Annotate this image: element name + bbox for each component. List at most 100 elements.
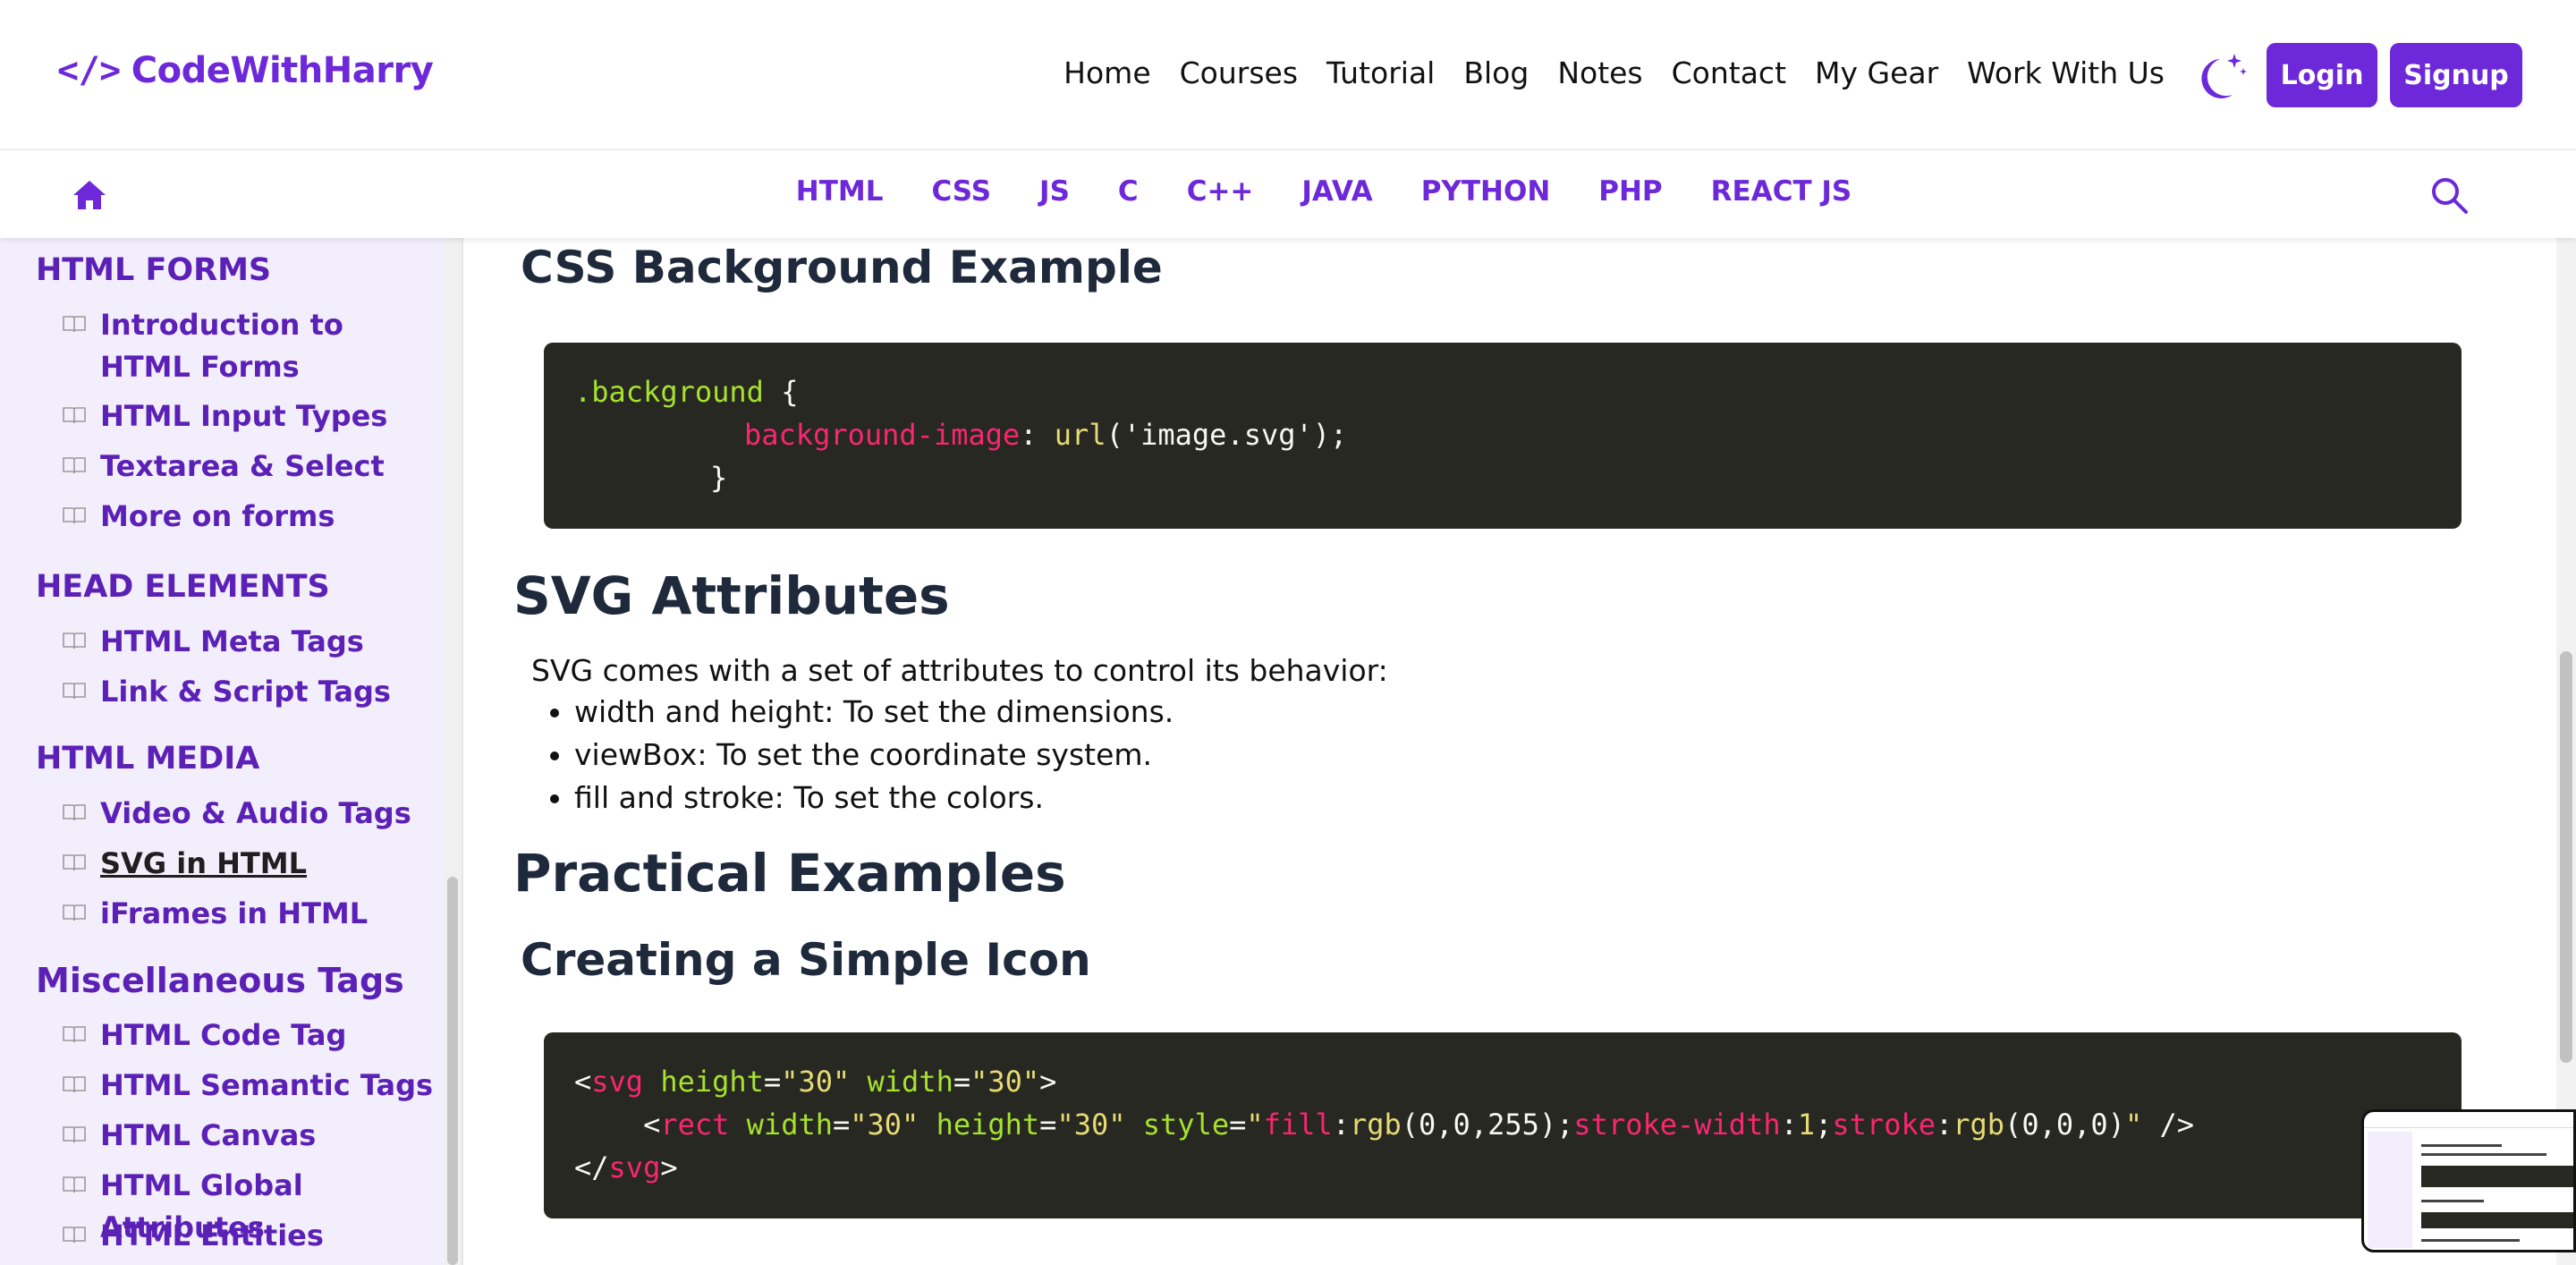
code-line: background-image: url('image.svg'); <box>744 418 1347 452</box>
site-logo[interactable]: </> CodeWithHarry <box>57 50 434 91</box>
svg-intro-text: SVG comes with a set of attributes to co… <box>531 653 1388 688</box>
sidebar-item-iframes[interactable]: iFrames in HTML <box>63 893 440 935</box>
sidebar-item-label: HTML Input Types <box>100 399 388 433</box>
code-function: rgb <box>1953 1108 2005 1142</box>
sidebar-item-textarea-select[interactable]: Textarea & Select <box>63 446 440 488</box>
article-content: CSS Background Example .background { bac… <box>463 238 2556 1265</box>
lang-html[interactable]: HTML <box>796 175 884 208</box>
code-attr: width <box>867 1065 953 1099</box>
heading-practical-examples: Practical Examples <box>513 843 1066 904</box>
sidebar-item-canvas[interactable]: HTML Canvas <box>63 1115 440 1157</box>
sidebar-item-video-audio[interactable]: Video & Audio Tags <box>63 793 440 835</box>
code-block-css-background: .background { background-image: url('ima… <box>544 343 2462 529</box>
sidebar-section-html-media: HTML MEDIA <box>36 741 260 777</box>
code-string: "30" <box>1056 1108 1126 1142</box>
code-text: } <box>710 461 728 495</box>
lang-c[interactable]: C <box>1118 175 1139 208</box>
sidebar-item-label: Textarea & Select <box>100 449 385 483</box>
login-button[interactable]: Login <box>2267 43 2377 107</box>
main-nav: Home Courses Tutorial Blog Notes Contact… <box>1063 55 2165 90</box>
code-line: <rect width="30" height="30" style="fill… <box>574 1108 2194 1142</box>
preview-code <box>2421 1166 2573 1187</box>
code-text: </ <box>574 1150 609 1184</box>
sidebar-item-link-script[interactable]: Link & Script Tags <box>63 671 440 713</box>
sidebar-item-svg-in-html[interactable]: SVG in HTML <box>63 843 440 885</box>
nav-courses[interactable]: Courses <box>1180 55 1298 90</box>
sidebar-item-label: Video & Audio Tags <box>100 796 411 830</box>
book-icon <box>63 854 86 871</box>
heading-svg-attributes: SVG Attributes <box>513 565 950 626</box>
code-text: : <box>1020 418 1055 452</box>
language-nav: HTML CSS JS C C++ JAVA PYTHON PHP REACT … <box>0 152 2576 238</box>
lang-js[interactable]: JS <box>1039 175 1070 208</box>
code-tag: svg <box>608 1150 661 1184</box>
lang-php[interactable]: PHP <box>1598 175 1662 208</box>
sidebar-item-label: HTML Semantic Tags <box>100 1068 434 1102</box>
signup-button[interactable]: Signup <box>2390 43 2522 107</box>
book-icon <box>63 1176 86 1193</box>
code-string: "30" <box>970 1065 1040 1099</box>
code-line: .background { <box>574 375 798 409</box>
nav-blog[interactable]: Blog <box>1463 55 1529 90</box>
list-item: width and height: To set the dimensions. <box>574 694 1174 730</box>
sidebar-item-semantic-tags[interactable]: HTML Semantic Tags <box>63 1065 440 1107</box>
lang-cpp[interactable]: C++ <box>1187 175 1254 208</box>
book-icon <box>63 316 86 333</box>
sidebar-item-label: HTML Entities <box>100 1218 324 1252</box>
code-text: = <box>763 1065 782 1099</box>
page-scrollbar-thumb[interactable] <box>2560 651 2572 1063</box>
code-string: "30" <box>781 1065 851 1099</box>
book-icon <box>63 457 86 474</box>
search-icon[interactable] <box>2429 175 2469 215</box>
sidebar-item-label: Introduction to HTML Forms <box>100 308 343 384</box>
nav-work-with-us[interactable]: Work With Us <box>1967 55 2165 90</box>
lang-react-js[interactable]: REACT JS <box>1711 175 1852 208</box>
book-icon <box>63 1026 86 1043</box>
code-text: /> <box>2142 1108 2194 1142</box>
nav-my-gear[interactable]: My Gear <box>1815 55 1938 90</box>
nav-home[interactable]: Home <box>1063 55 1150 90</box>
code-attr: style <box>1142 1108 1230 1142</box>
code-tag: rect <box>660 1108 730 1142</box>
lang-python[interactable]: PYTHON <box>1421 175 1551 208</box>
page-preview-thumbnail[interactable] <box>2361 1109 2576 1252</box>
list-item: viewBox: To set the coordinate system. <box>574 737 1174 773</box>
nav-tutorial[interactable]: Tutorial <box>1326 55 1435 90</box>
code-string: " <box>1246 1108 1264 1142</box>
code-text: = <box>1229 1108 1247 1142</box>
sidebar-scrollbar-thumb[interactable] <box>447 877 458 1265</box>
code-string: "30" <box>850 1108 919 1142</box>
nav-notes[interactable]: Notes <box>1557 55 1642 90</box>
code-text: (0,0,0) <box>2004 1108 2125 1142</box>
book-icon <box>63 632 86 649</box>
sidebar-item-intro-forms[interactable]: Introduction to HTML Forms <box>63 304 440 388</box>
svg-attributes-list: width and height: To set the dimensions.… <box>574 694 1174 823</box>
lang-css[interactable]: CSS <box>931 175 991 208</box>
sidebar-item-meta-tags[interactable]: HTML Meta Tags <box>63 621 440 663</box>
code-attr: height <box>936 1108 1040 1142</box>
code-string: " <box>2124 1108 2143 1142</box>
book-icon <box>63 1076 86 1093</box>
preview-sidebar <box>2368 1132 2412 1248</box>
sidebar-item-entities[interactable]: HTML Entities <box>63 1215 440 1257</box>
heading-creating-simple-icon: Creating a Simple Icon <box>521 934 1091 986</box>
sidebar-item-more-forms[interactable]: More on forms <box>63 496 440 538</box>
preview-line <box>2421 1153 2546 1156</box>
sidebar-section-head-elements: HEAD ELEMENTS <box>36 569 330 605</box>
lang-java[interactable]: JAVA <box>1301 175 1372 208</box>
top-header: </> CodeWithHarry Home Courses Tutorial … <box>0 0 2576 150</box>
sidebar-item-code-tag[interactable]: HTML Code Tag <box>63 1015 440 1057</box>
sidebar-item-label: HTML Code Tag <box>100 1018 347 1052</box>
sidebar-item-input-types[interactable]: HTML Input Types <box>63 395 440 437</box>
code-text: = <box>1039 1108 1057 1142</box>
nav-contact[interactable]: Contact <box>1672 55 1786 90</box>
code-text: < <box>643 1108 661 1142</box>
sidebar-item-label: HTML Canvas <box>100 1118 317 1152</box>
moon-stars-icon[interactable] <box>2193 47 2250 104</box>
book-icon <box>63 1126 86 1143</box>
code-text: > <box>660 1150 678 1184</box>
book-icon <box>63 407 86 424</box>
sidebar: HTML FORMS Introduction to HTML Forms HT… <box>0 238 444 1265</box>
